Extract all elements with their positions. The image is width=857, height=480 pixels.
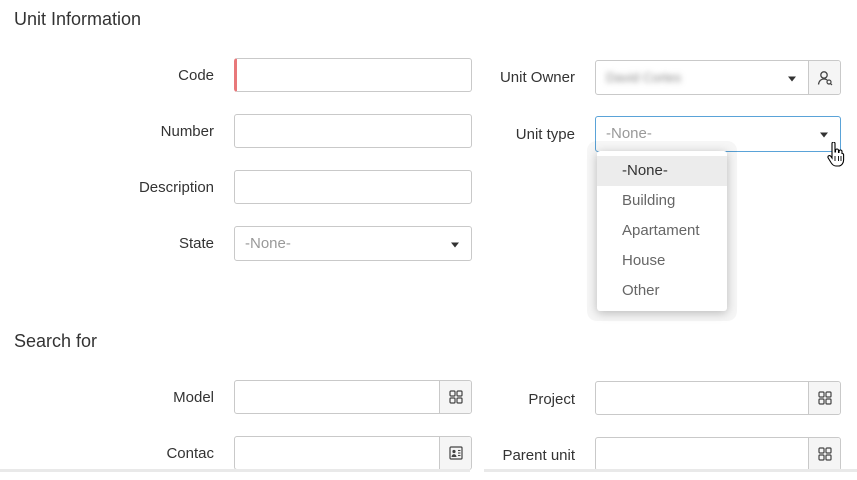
section-title-unit-information: Unit Information bbox=[14, 9, 142, 29]
state-select-value: -None- bbox=[245, 235, 291, 252]
hand-pointer-icon bbox=[827, 142, 845, 167]
unit-owner-search-button[interactable] bbox=[808, 61, 840, 94]
unit-type-dropdown: -None- Building Apartament House Other bbox=[597, 151, 727, 311]
unit-type-select[interactable]: -None- bbox=[595, 116, 841, 152]
chevron-down-icon bbox=[451, 242, 459, 247]
model-input[interactable] bbox=[234, 380, 472, 414]
parent-unit-input[interactable] bbox=[595, 437, 841, 471]
parent-unit-label: Parent unit bbox=[502, 447, 575, 464]
description-label: Description bbox=[138, 179, 214, 196]
bottom-divider-left bbox=[0, 469, 470, 472]
contac-input[interactable] bbox=[234, 436, 472, 470]
code-input[interactable] bbox=[234, 58, 472, 92]
user-search-icon bbox=[817, 70, 832, 85]
unit-type-label: Unit type bbox=[515, 126, 575, 143]
description-input[interactable] bbox=[234, 170, 472, 204]
contact-card-icon bbox=[448, 446, 463, 460]
grid-icon bbox=[817, 447, 832, 461]
state-select[interactable]: -None- bbox=[234, 226, 472, 261]
dropdown-option-none[interactable]: -None- bbox=[597, 156, 727, 186]
project-select-button[interactable] bbox=[808, 382, 840, 414]
grid-icon bbox=[817, 391, 832, 405]
unit-owner-value: David Cortes bbox=[606, 70, 682, 85]
state-label: State bbox=[178, 235, 214, 252]
dropdown-option-building[interactable]: Building bbox=[597, 186, 727, 216]
chevron-down-icon bbox=[820, 132, 828, 138]
unit-owner-label: Unit Owner bbox=[499, 69, 575, 86]
contac-label: Contac bbox=[166, 445, 214, 462]
model-label: Model bbox=[173, 389, 214, 406]
bottom-divider-right bbox=[484, 469, 857, 472]
number-label: Number bbox=[160, 123, 214, 140]
parent-unit-select-button[interactable] bbox=[808, 438, 840, 470]
project-label: Project bbox=[528, 391, 575, 408]
section-title-search-for: Search for bbox=[14, 331, 98, 351]
dropdown-option-other[interactable]: Other bbox=[597, 276, 727, 306]
model-select-button[interactable] bbox=[439, 381, 471, 413]
chevron-down-icon bbox=[788, 76, 796, 81]
code-label: Code bbox=[178, 67, 214, 84]
dropdown-option-apartament[interactable]: Apartament bbox=[597, 216, 727, 246]
unit-type-select-value: -None- bbox=[606, 125, 652, 142]
contac-select-button[interactable] bbox=[439, 437, 471, 469]
project-input[interactable] bbox=[595, 381, 841, 415]
unit-owner-select[interactable]: David Cortes bbox=[595, 60, 841, 95]
grid-icon bbox=[448, 390, 463, 404]
number-input[interactable] bbox=[234, 114, 472, 148]
dropdown-option-house[interactable]: House bbox=[597, 246, 727, 276]
